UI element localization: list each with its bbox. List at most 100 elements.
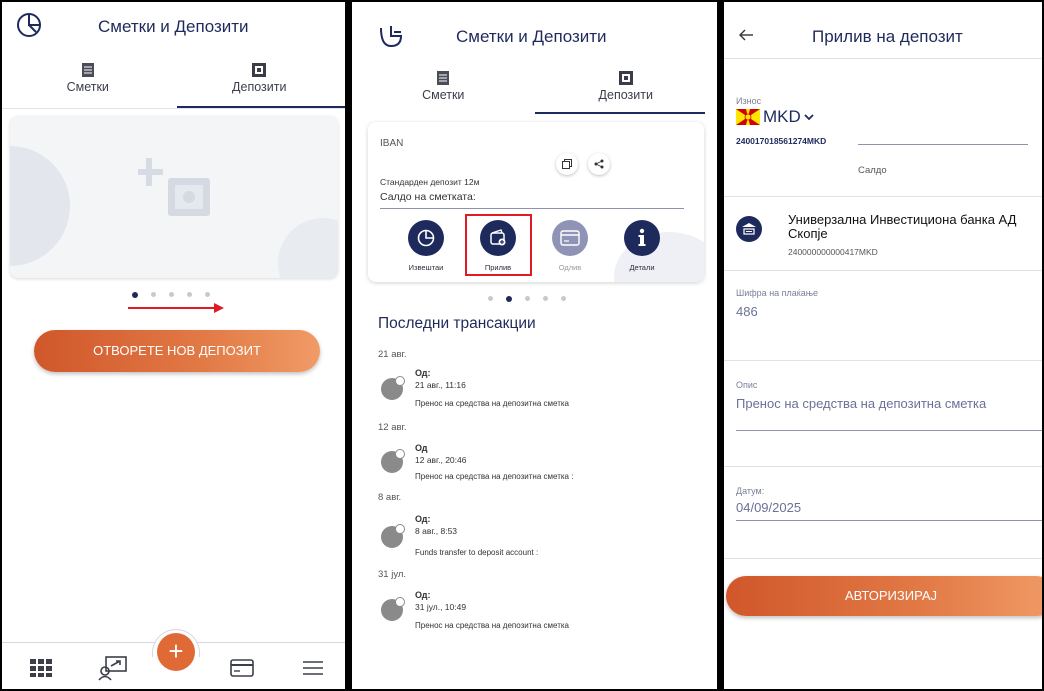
currency-code: MKD [763,107,801,126]
transaction-from: Од: [415,368,431,378]
bank-name: Универзална Инвестициона банка АД Скопје [788,212,1017,241]
payment-code-label: Шифра на плаќање [736,288,819,298]
details-label: Детали [629,263,655,272]
carousel-dot[interactable] [488,296,493,301]
page-title: Сметки и Депозити [98,17,249,36]
tab-deposits-label: Депозити [598,88,653,102]
swipe-arrow-icon [128,303,224,313]
page-title: Сметки и Депозити [456,27,607,46]
balance-label: Салдо на сметката: [380,191,476,203]
transaction-item[interactable]: Од: 31 јул., 10:49 Пренос на средства на… [352,586,717,634]
carousel-dot[interactable] [525,296,530,301]
inflow-highlight-box [465,214,532,276]
tab-accounts[interactable]: Сметки [352,70,535,102]
transaction-datetime: 12 авг., 20:46 [415,455,467,465]
transaction-datetime: 21 авг., 11:16 [415,380,466,390]
grid-menu-icon[interactable] [30,659,52,677]
details-button[interactable] [624,220,660,256]
app-logo-icon[interactable] [16,12,42,38]
carousel-dot[interactable] [151,292,156,297]
copy-button[interactable] [556,153,578,175]
bottom-navigation: + [2,629,345,689]
transaction-datetime: 8 авг., 8:53 [415,526,458,536]
carousel-dot[interactable] [561,296,566,301]
active-tab-indicator [535,112,705,114]
transaction-item[interactable]: Од 12 авг., 20:46 Пренос на средства на … [352,439,717,487]
deposit-inflow-screen: Прилив на депозит Износ MKD 240017018561… [724,2,1042,689]
tab-accounts-label: Сметки [422,88,465,102]
tab-deposits-label: Депозити [232,80,287,94]
back-arrow-icon[interactable] [738,28,754,42]
transaction-datetime: 31 јул., 10:49 [415,602,467,612]
deposit-card: IBAN Стандарден депозит 12м Салдо на сме… [368,122,704,282]
carousel-dot[interactable] [187,292,192,297]
section-divider [724,360,1042,361]
info-icon [638,228,646,246]
description-input[interactable]: Пренос на средства на депозитна сметка [736,396,986,411]
tab-deposits[interactable]: Депозити [174,62,346,94]
amount-field-underline [858,144,1028,145]
add-button[interactable]: + [157,633,195,671]
currency-selector[interactable]: MKD [736,106,814,128]
bank-selector[interactable]: Универзална Инвестициона банка АД Скопје… [724,202,1042,266]
accounts-deposits-screen: Сметки и Депозити Сметки Депозити IBAN С… [352,2,717,689]
description-label: Опис [736,380,758,390]
tab-accounts-label: Сметки [66,80,109,94]
transaction-description: Пренос на средства на депозитна сметка : [415,472,574,481]
transaction-description: Пренос на средства на депозитна сметка [415,621,569,630]
add-deposit-icon [138,158,210,216]
authorize-button[interactable]: АВТОРИЗИРАЈ [726,576,1042,616]
page-title: Прилив на депозит [812,27,963,46]
transaction-from: Од: [415,590,431,600]
statements-label: Извештаи [408,263,444,272]
pie-chart-icon [417,229,435,247]
carousel-dot[interactable] [205,292,210,297]
bank-icon [381,524,405,548]
transaction-date-header: 31 јул. [378,569,407,580]
section-divider [724,558,1042,559]
empty-deposit-card [10,116,338,278]
description-field-underline [736,430,1042,431]
transaction-date-header: 12 авг. [378,422,407,433]
carousel-dot[interactable] [132,292,138,298]
share-button[interactable] [588,153,610,175]
date-input[interactable]: 04/09/2025 [736,500,801,515]
iban-label: IBAN [380,138,404,149]
carousel-dot[interactable] [543,296,548,301]
card-decoration [278,218,338,278]
statements-button[interactable] [408,220,444,256]
transaction-date-header: 8 авг. [378,492,402,503]
open-new-deposit-button[interactable]: ОТВОРЕТЕ НОВ ДЕПОЗИТ [34,330,320,372]
transaction-item[interactable]: Од: 8 авг., 8:53 Funds transfer to depos… [352,510,717,560]
bank-logo-icon [736,216,762,242]
transaction-from: Од [415,443,428,453]
document-icon [437,71,450,85]
payment-code-input[interactable]: 486 [736,304,758,319]
hamburger-menu-icon[interactable] [302,660,324,676]
copy-icon [562,159,572,169]
amount-label: Износ [736,96,762,106]
outflow-label: Одлив [558,263,582,272]
deposit-name: Стандарден депозит 12м [380,177,480,187]
safe-icon [618,71,633,85]
recent-transactions-title: Последни трансакции [378,315,536,332]
carousel-dot[interactable] [169,292,174,297]
card-icon [560,230,580,246]
header-divider [724,58,1042,59]
transfer-icon[interactable] [98,653,128,681]
bank-icon [381,449,405,473]
section-divider [724,270,1042,271]
app-logo-icon[interactable] [378,24,404,48]
safe-icon [252,63,267,77]
macedonia-flag-icon [736,109,760,125]
transaction-item[interactable]: Од: 21 авг., 11:16 Пренос на средства на… [352,364,717,412]
section-divider [724,196,1042,197]
card-icon[interactable] [230,659,254,677]
tab-deposits[interactable]: Депозити [535,70,718,102]
carousel-dot[interactable] [506,296,512,302]
outflow-button[interactable] [552,220,588,256]
chevron-down-icon [804,114,814,121]
tab-accounts[interactable]: Сметки [2,62,174,94]
bank-icon [381,597,405,621]
date-field-underline [736,520,1042,521]
